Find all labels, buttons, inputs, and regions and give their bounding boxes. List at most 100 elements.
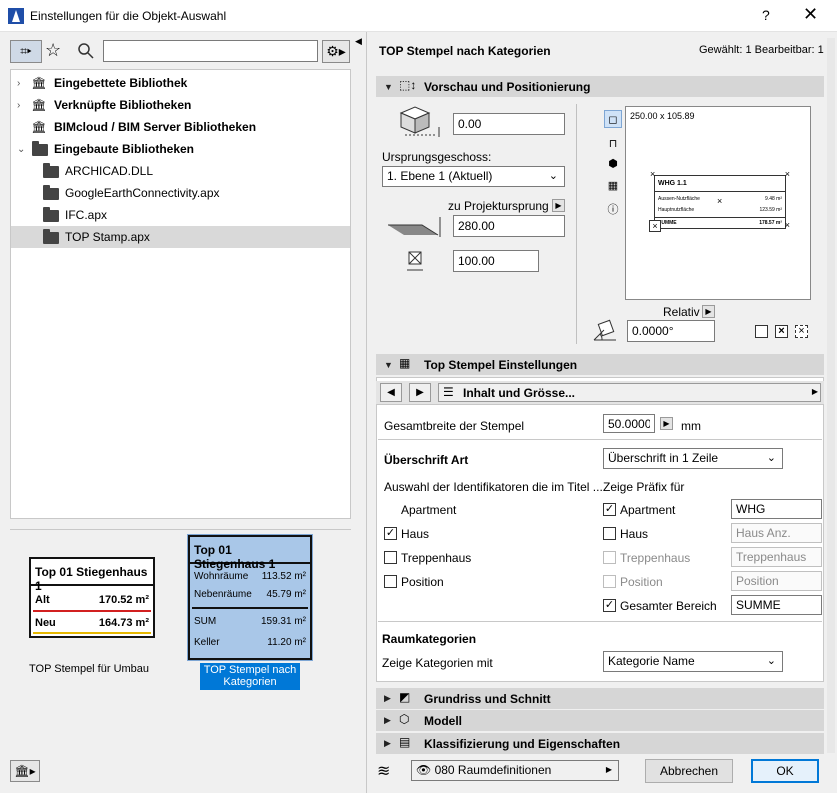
close-button[interactable]: ✕ <box>803 4 818 25</box>
relativ-arrow-button[interactable]: ▶ <box>702 305 715 318</box>
ursprungsgeschoss-select[interactable]: 1. Ebene 1 (Aktuell) ⌄ <box>382 166 565 187</box>
stamp-title: Top 01 Stiegenhaus 1 <box>31 559 153 593</box>
size-input[interactable] <box>453 250 539 272</box>
projekt-label: zu Projektursprung <box>448 199 549 213</box>
treppenhaus-checkbox[interactable] <box>384 551 397 564</box>
position-checkbox[interactable] <box>384 575 397 588</box>
search-input[interactable] <box>103 40 318 62</box>
preview-position-icon: ⬚↕ <box>399 78 417 92</box>
page-select[interactable]: ☰ Inhalt und Grösse... ▶ <box>438 383 821 402</box>
library-manager-button[interactable]: 🏛▸ <box>10 760 40 782</box>
section-label: Klassifizierung und Eigenschaften <box>424 736 621 751</box>
collapse-triangle-icon[interactable]: ▼ <box>384 360 393 370</box>
zeige-kategorien-select[interactable]: Kategorie Name ⌄ <box>603 651 783 672</box>
collapse-triangle-icon[interactable]: ▼ <box>384 82 393 92</box>
projekt-arrow-button[interactable]: ▶ <box>552 199 565 212</box>
stamp-preview-kategorien[interactable]: Top 01 Stiegenhaus 1 Wohnräume 113.52 m² … <box>187 534 313 661</box>
relativ-label: Relativ <box>663 305 700 319</box>
praefix-gesamt-input[interactable] <box>731 595 822 615</box>
preview-dimensions: 250.00 x 105.89 <box>630 111 695 121</box>
mirror-none-toggle[interactable] <box>755 325 768 338</box>
mirror-x-toggle[interactable]: × <box>775 325 788 338</box>
section-grundriss[interactable]: ▶ ◩ Grundriss und Schnitt <box>376 688 824 709</box>
tree-item-archicad-dll[interactable]: ARCHICAD.DLL <box>11 160 350 182</box>
praefix-apartment-checkbox[interactable]: ✓ <box>603 503 616 516</box>
tree-item-top-stamp[interactable]: TOP Stamp.apx <box>11 226 350 248</box>
bimcloud-icon: 🏛 <box>31 120 47 134</box>
stamp-title: Top 01 Stiegenhaus 1 <box>190 537 310 571</box>
tree-item-googleearth[interactable]: GoogleEarthConnectivity.apx <box>11 182 350 204</box>
haus-checkbox[interactable]: ✓ <box>384 527 397 540</box>
praefix-apartment-input[interactable] <box>731 499 822 519</box>
treppenhaus-label: Treppenhaus <box>401 551 472 565</box>
model-cube-icon: ⬡ <box>399 712 410 726</box>
favorites-star-icon[interactable]: ☆ <box>45 40 61 61</box>
projekt-value-input[interactable] <box>453 215 565 237</box>
stamp-caption-kategorien: TOP Stempel nach Kategorien <box>200 663 300 690</box>
tree-item-label: Verknüpfte Bibliotheken <box>54 98 192 112</box>
view-film-icon[interactable]: ▦ <box>604 176 622 194</box>
hotspot-icon: × <box>784 169 790 179</box>
search-icon[interactable] <box>77 42 95 60</box>
stamp-caption-umbau: TOP Stempel für Umbau <box>29 663 150 675</box>
haus-label: Haus <box>401 527 430 541</box>
expand-triangle-icon[interactable]: ▶ <box>384 715 391 726</box>
info-icon[interactable]: ⓘ <box>604 200 622 218</box>
section-label: Modell <box>424 713 462 728</box>
stamp-settings-icon: ▦ <box>399 356 411 370</box>
cancel-button[interactable]: Abbrechen <box>645 759 733 783</box>
preview-canvas: 250.00 x 105.89 WHG 1.1 Aussen-Nutzfläch… <box>625 106 811 300</box>
auswahl-label: Auswahl der Identifikatoren die im Titel… <box>384 480 603 494</box>
stamp-row: Keller 11.20 m² <box>194 637 306 648</box>
view-section-icon[interactable]: ⊓ <box>604 134 622 152</box>
ok-button[interactable]: OK <box>751 759 819 783</box>
stamp-preview-umbau[interactable]: Top 01 Stiegenhaus 1 Alt 170.52 m² Neu 164… <box>29 557 155 638</box>
view-3d-icon[interactable]: ⬢ <box>604 154 622 172</box>
tree-expand-icon[interactable]: › <box>17 78 20 89</box>
object-title: TOP Stempel nach Kategorien <box>379 44 551 58</box>
tree-item-verknuepfte[interactable]: › 🏛 Verknüpfte Bibliotheken <box>11 94 350 116</box>
gesamtbreite-arrow-button[interactable]: ▶ <box>660 417 673 430</box>
tree-item-ifc[interactable]: IFC.apx <box>11 204 350 226</box>
section-top-stempel[interactable]: ▼ ▦ Top Stempel Einstellungen <box>376 354 824 375</box>
help-button[interactable]: ? <box>762 7 770 23</box>
praefix-gesamt-checkbox[interactable]: ✓ <box>603 599 616 612</box>
library-filter-button[interactable]: ⌗▸ <box>10 40 42 63</box>
section-vorschau[interactable]: ▼ ⬚↕ Vorschau und Positionierung <box>376 76 824 97</box>
tree-item-eingebettete[interactable]: › 🏛 Eingebettete Bibliothek <box>11 72 350 94</box>
stamp-row: Neu 164.73 m² <box>35 617 149 629</box>
expand-triangle-icon[interactable]: ▶ <box>384 693 391 704</box>
object-preview-area: Top 01 Stiegenhaus 1 Alt 170.52 m² Neu 164… <box>10 529 351 753</box>
layer-select[interactable]: 👁 080 Raumdefinitionen ▶ <box>411 760 619 781</box>
view-2d-icon[interactable]: ◻ <box>604 110 622 128</box>
tree-item-eingebaute[interactable]: ⌄ Eingebaute Bibliotheken <box>11 138 350 160</box>
prev-page-button[interactable]: ◀ <box>380 383 402 402</box>
tree-item-label: Eingebettete Bibliothek <box>54 76 188 90</box>
chevron-down-icon: ⌄ <box>766 655 776 667</box>
praefix-haus-checkbox[interactable] <box>603 527 616 540</box>
section-label: Grundriss und Schnitt <box>424 691 551 706</box>
tree-expand-icon[interactable]: ⌄ <box>17 144 25 155</box>
stamp-body: Top 01 Stiegenhaus 1 Wohnräume 113.52 m² … <box>188 535 312 660</box>
tree-item-label: BIMcloud / BIM Server Bibliotheken <box>54 120 257 134</box>
section-klassifizierung[interactable]: ▶ ▤ Klassifizierung und Eigenschaften <box>376 733 824 754</box>
mirror-y-toggle[interactable]: × <box>795 325 808 338</box>
expand-triangle-icon[interactable]: ▶ <box>384 738 391 749</box>
elevation-input[interactable] <box>453 113 565 135</box>
folder-icon <box>43 229 59 244</box>
scrollbar[interactable] <box>827 38 835 753</box>
angle-input[interactable] <box>627 320 715 342</box>
tree-expand-icon[interactable]: › <box>17 100 20 111</box>
tree-item-bimcloud[interactable]: 🏛 BIMcloud / BIM Server Bibliotheken <box>11 116 350 138</box>
praefix-haus-input <box>731 523 822 543</box>
vertical-divider <box>576 104 577 344</box>
section-modell[interactable]: ▶ ⬡ Modell <box>376 710 824 731</box>
ueberschrift-select[interactable]: Überschrift in 1 Zeile ⌄ <box>603 448 783 469</box>
position-label: Position <box>401 575 444 589</box>
collapse-left-arrow-icon[interactable]: ◀ <box>355 36 362 47</box>
section-label: Vorschau und Positionierung <box>424 79 591 94</box>
gesamtbreite-input[interactable] <box>603 414 655 433</box>
next-page-button[interactable]: ▶ <box>409 383 431 402</box>
library-settings-button[interactable]: ⚙▸ <box>322 40 350 63</box>
praefix-position-input <box>731 571 822 591</box>
